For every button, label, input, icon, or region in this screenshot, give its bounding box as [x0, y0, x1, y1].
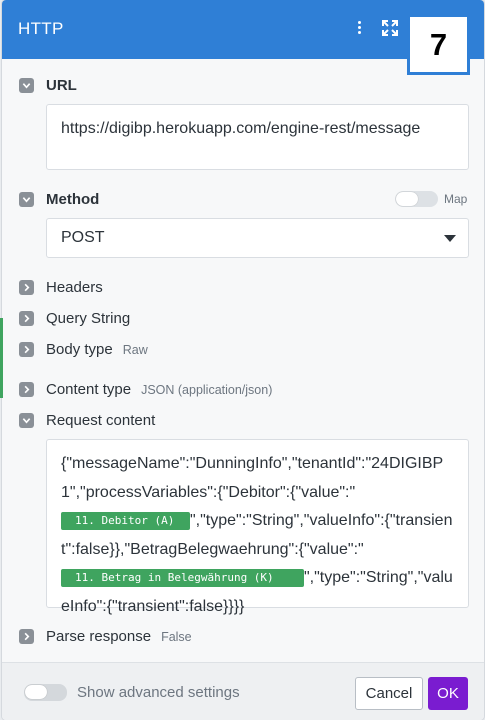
parse-response-value: False [161, 629, 192, 644]
chevron-right-icon [19, 342, 34, 357]
method-map-toggle[interactable]: Map [395, 191, 467, 207]
chevron-down-icon [19, 192, 34, 207]
advanced-settings-toggle[interactable]: Show advanced settings [24, 684, 240, 701]
more-options-icon[interactable] [354, 19, 364, 39]
mapped-variable-pill[interactable]: 11. Debitor (A) [61, 511, 190, 530]
url-label: URL [46, 77, 77, 94]
step-number-badge: 7 [407, 14, 470, 75]
headers-section-toggle[interactable]: Headers [19, 279, 103, 296]
map-switch[interactable] [395, 191, 438, 207]
caret-down-icon [444, 235, 456, 242]
query-string-section-toggle[interactable]: Query String [19, 310, 130, 327]
query-string-label: Query String [46, 310, 131, 327]
request-content-editor[interactable]: {"messageName":"DunningInfo","tenantId":… [46, 439, 469, 615]
cancel-button[interactable]: Cancel [355, 677, 423, 710]
ok-button[interactable]: OK [428, 677, 468, 710]
http-module-panel: HTTP URL https://digibp.herokuapp.com/en… [2, 0, 484, 720]
parse-response-section-toggle[interactable]: Parse response False [19, 628, 192, 645]
advanced-settings-switch[interactable] [24, 684, 67, 701]
url-section-toggle[interactable]: URL [19, 77, 77, 94]
method-selected-value: POST [61, 229, 105, 246]
body-type-value: Raw [122, 342, 148, 357]
chevron-right-icon [19, 280, 34, 295]
map-label: Map [444, 192, 468, 206]
body-type-section-toggle[interactable]: Body type Raw [19, 341, 148, 358]
chevron-down-icon [19, 78, 34, 93]
mapped-variable-pill[interactable]: 11. Betrag in Belegwährung (K) [61, 568, 304, 587]
method-select[interactable]: POST [46, 218, 469, 258]
request-content-label: Request content [46, 412, 156, 429]
content-type-value: JSON (application/json) [141, 382, 273, 397]
panel-title: HTTP [18, 19, 64, 38]
method-section-toggle[interactable]: Method [19, 191, 99, 208]
panel-footer: Show advanced settings Cancel OK [2, 662, 484, 720]
url-input[interactable]: https://digibp.herokuapp.com/engine-rest… [46, 104, 469, 170]
headers-label: Headers [46, 279, 103, 296]
panel-edge-accent [0, 318, 3, 398]
content-type-label: Content type [46, 381, 132, 398]
chevron-down-icon [19, 413, 34, 428]
chevron-right-icon [19, 629, 34, 644]
chevron-right-icon [19, 311, 34, 326]
chevron-right-icon [19, 382, 34, 397]
advanced-settings-label: Show advanced settings [77, 684, 240, 701]
body-type-label: Body type [46, 341, 113, 358]
request-content-text: {"messageName":"DunningInfo","tenantId":… [61, 455, 444, 501]
request-content-section-toggle[interactable]: Request content [19, 412, 155, 429]
method-label: Method [46, 191, 100, 208]
content-type-section-toggle[interactable]: Content type JSON (application/json) [19, 381, 272, 398]
parse-response-label: Parse response [46, 628, 152, 645]
expand-icon[interactable] [380, 18, 400, 38]
